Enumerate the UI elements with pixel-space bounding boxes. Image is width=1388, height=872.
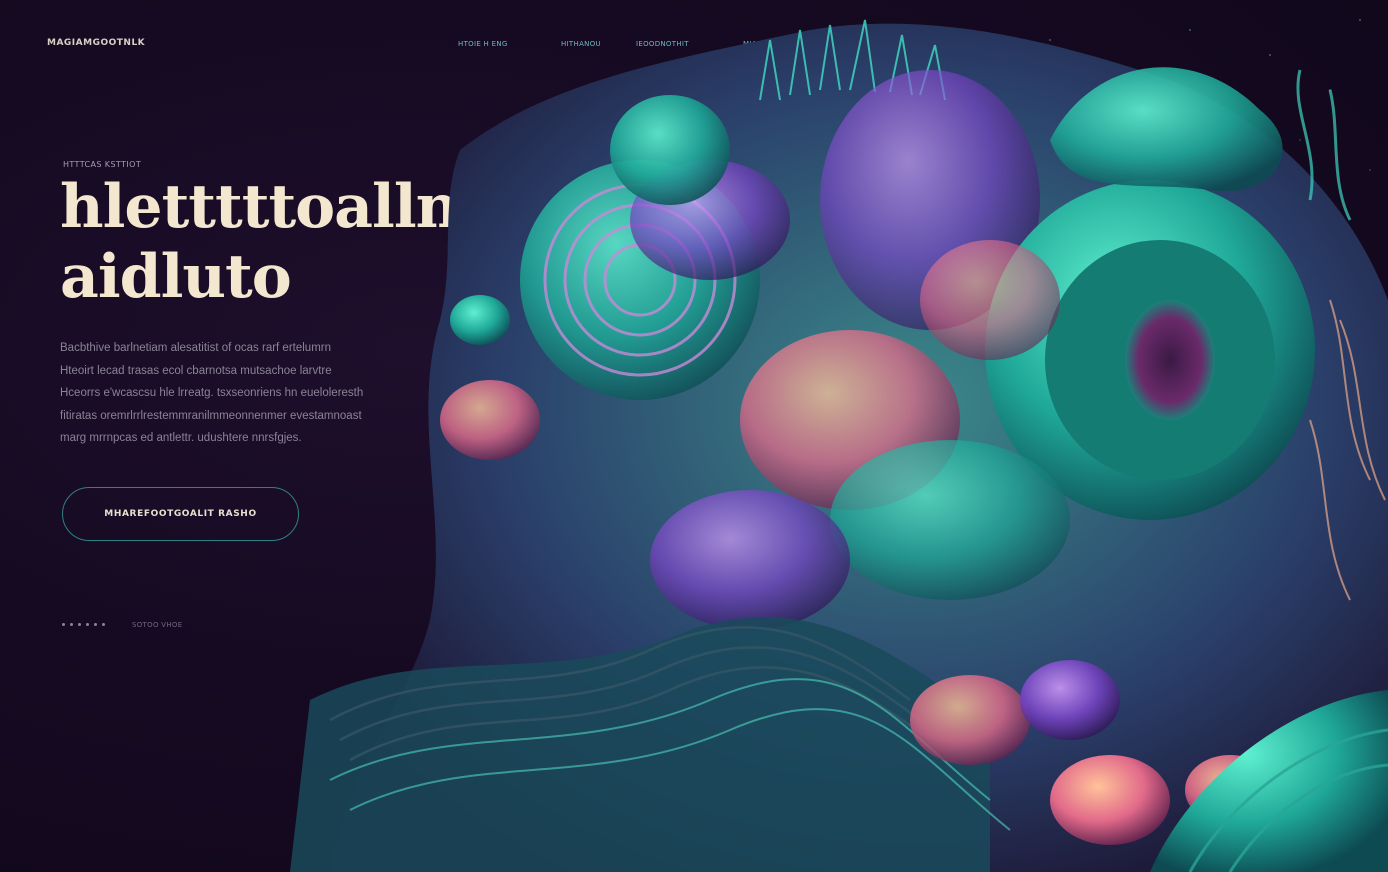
slider-dots[interactable] — [62, 623, 105, 626]
slider-dot[interactable] — [70, 623, 73, 626]
slider-dot[interactable] — [78, 623, 81, 626]
scroll-label: SOTOO VHOE — [132, 621, 183, 629]
slider-dot[interactable] — [62, 623, 65, 626]
abstract-3d-coral-illustration — [290, 19, 1388, 872]
hero-eyebrow: HTTTCAS KSTTIOT — [63, 160, 142, 169]
slider-dot[interactable] — [102, 623, 105, 626]
slider-dot[interactable] — [86, 623, 89, 626]
slider-dot[interactable] — [94, 623, 97, 626]
hero-cta-button[interactable]: MHAREFOOTGOALIT RASHO — [62, 487, 299, 541]
